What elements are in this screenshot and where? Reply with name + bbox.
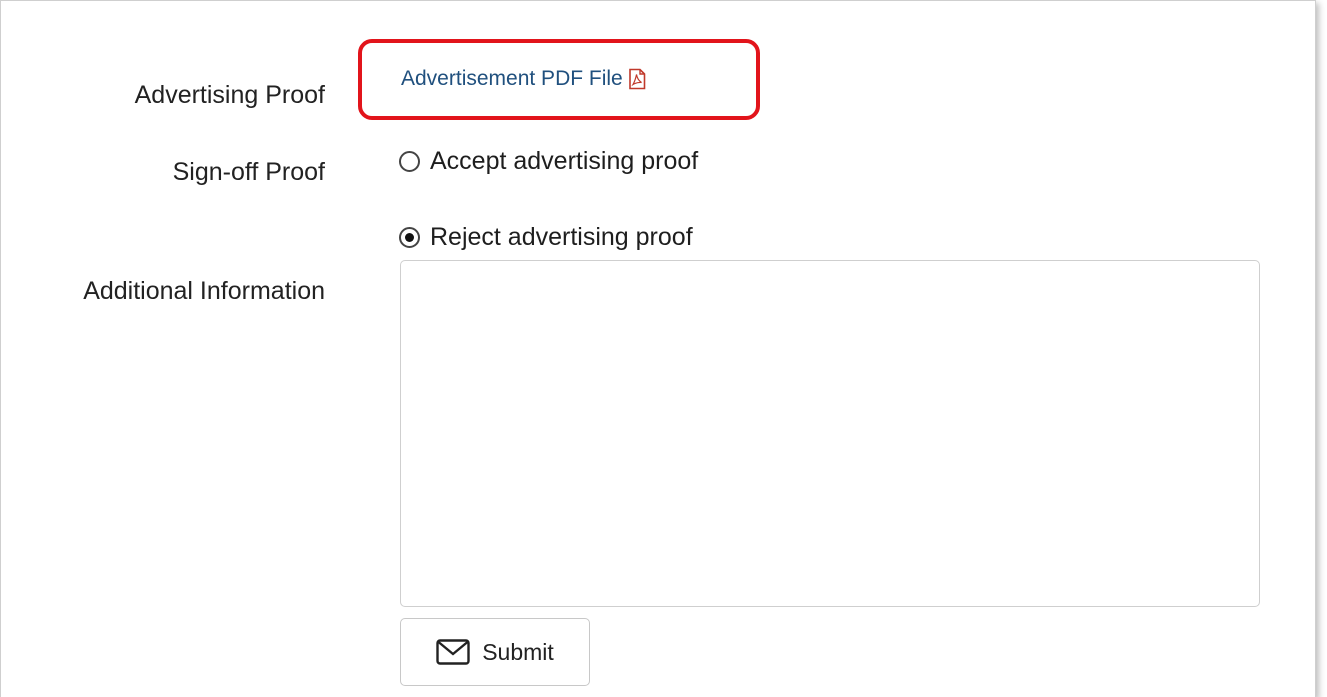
reject-proof-radio[interactable] xyxy=(399,227,420,248)
accept-proof-option[interactable]: Accept advertising proof xyxy=(399,147,698,176)
reject-proof-label: Reject advertising proof xyxy=(430,223,693,251)
advertising-proof-label: Advertising Proof xyxy=(134,81,325,109)
additional-information-label: Additional Information xyxy=(83,277,325,305)
advertisement-pdf-link-text: Advertisement PDF File xyxy=(401,67,623,90)
reject-proof-option[interactable]: Reject advertising proof xyxy=(399,223,693,252)
proof-form-panel: Advertising Proof Advertisement PDF File… xyxy=(0,0,1316,697)
pdf-file-icon xyxy=(628,68,646,90)
accept-proof-label: Accept advertising proof xyxy=(430,147,699,175)
additional-information-textarea[interactable] xyxy=(400,260,1260,607)
advertisement-pdf-link[interactable]: Advertisement PDF File xyxy=(401,67,648,91)
accept-proof-radio[interactable] xyxy=(399,151,420,172)
submit-button-label: Submit xyxy=(482,638,554,665)
sign-off-proof-label: Sign-off Proof xyxy=(172,158,325,186)
envelope-icon xyxy=(436,639,470,665)
submit-button[interactable]: Submit xyxy=(400,618,590,686)
